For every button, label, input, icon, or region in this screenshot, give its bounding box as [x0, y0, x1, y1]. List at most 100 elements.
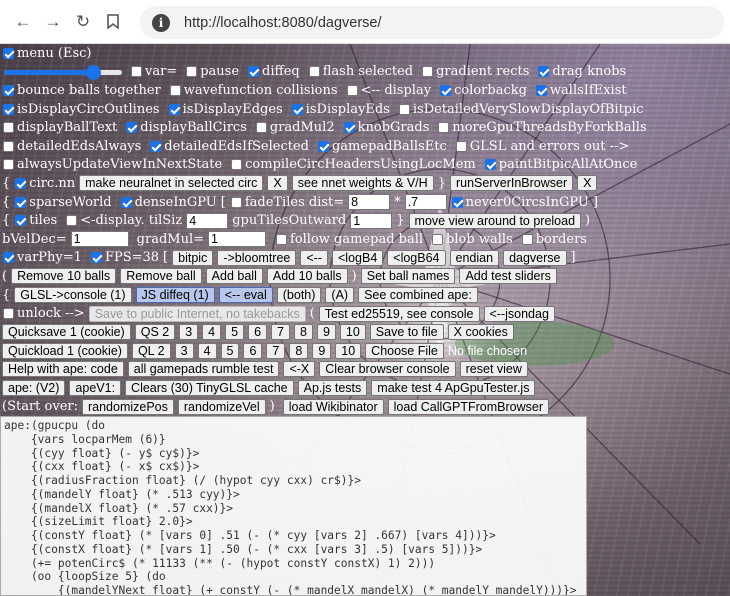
quicksave-slot-button[interactable]: 7 — [271, 324, 290, 341]
a-button[interactable]: (A) — [325, 287, 355, 304]
simulation-canvas[interactable]: menu (Esc) var= pause diffeq flash selec… — [0, 44, 730, 596]
always-update-checkbox[interactable] — [3, 159, 14, 171]
quicksave-slot-button[interactable]: 5 — [225, 324, 245, 341]
bvel-dec-input[interactable]: 1 — [70, 231, 129, 248]
quickload-slot-button[interactable]: 7 — [266, 342, 286, 359]
glsl-errors-checkbox[interactable] — [455, 140, 467, 152]
quickload-slot-button[interactable]: 3 — [174, 342, 194, 359]
clear-glsl-cache-button[interactable]: Clears (30) TinyGLSL cache — [125, 379, 294, 396]
save-to-file-button[interactable]: Save to file — [369, 324, 444, 341]
slider-thumb[interactable] — [85, 64, 101, 80]
js-diffeq-button[interactable]: JS diffeq (1) — [135, 287, 215, 304]
knob-grads-checkbox[interactable] — [343, 122, 355, 134]
quicksave-slot-button[interactable]: 3 — [179, 324, 199, 341]
add-test-sliders-button[interactable]: Add test sliders — [459, 268, 557, 285]
glsl-console-button[interactable]: GLSL->console (1) — [14, 287, 132, 304]
gamepad-balls-checkbox[interactable] — [317, 140, 329, 152]
quicksave-slot-button[interactable]: 10 — [339, 324, 366, 341]
walls-if-exist-checkbox[interactable] — [535, 84, 547, 96]
make-test4-button[interactable]: make test 4 ApGpuTester.js — [371, 379, 536, 396]
help-ape-button[interactable]: Help with ape: code — [2, 361, 124, 378]
borders-checkbox[interactable] — [521, 233, 533, 245]
diffeq-checkbox[interactable] — [248, 66, 260, 78]
quicksave-slot-button[interactable]: 4 — [202, 324, 222, 341]
close-neuralnet-button[interactable]: X — [267, 175, 288, 192]
follow-gamepad-checkbox[interactable] — [276, 233, 288, 245]
display-til-siz-checkbox[interactable] — [66, 215, 78, 227]
display-checkbox[interactable] — [346, 84, 358, 96]
wavefunction-checkbox[interactable] — [169, 84, 181, 96]
grad-mul2-checkbox[interactable] — [255, 122, 267, 134]
make-neuralnet-button[interactable]: make neuralnet in selected circ — [79, 175, 264, 192]
remove-ball-button[interactable]: Remove ball — [120, 268, 202, 285]
load-callgpt-button[interactable]: load CallGPTFromBrowser — [387, 398, 549, 415]
quicksave-slot-button[interactable]: 8 — [293, 324, 313, 341]
add-ball-button[interactable]: Add ball — [205, 268, 263, 285]
til-siz-input[interactable]: 4 — [186, 212, 229, 229]
sparse-world-checkbox[interactable] — [15, 196, 27, 208]
quickload-button[interactable]: Quickload 1 (cookie) — [2, 342, 128, 359]
apjs-tests-button[interactable]: Ap.js tests — [297, 379, 368, 396]
move-view-button[interactable]: move view around to preload — [408, 212, 582, 229]
circ-outlines-checkbox[interactable] — [3, 103, 14, 115]
detailed-eds-always-checkbox[interactable] — [3, 140, 14, 152]
paint-bitpic-checkbox[interactable] — [484, 159, 496, 171]
ape-code-editor[interactable]: ape:(gpucpu (do {vars locparMem (6)} {(c… — [0, 416, 587, 596]
logb4-button[interactable]: <logB4 — [332, 249, 384, 266]
display-ball-text-checkbox[interactable] — [3, 122, 14, 134]
arrow-left-icon[interactable]: ← — [8, 7, 38, 37]
tiles-checkbox[interactable] — [15, 215, 27, 227]
url-text[interactable]: http://localhost:8080/dagverse/ — [184, 15, 382, 31]
colorbackg-checkbox[interactable] — [440, 84, 452, 96]
quickload-slot-button[interactable]: 10 — [335, 342, 362, 359]
unlock-checkbox[interactable] — [3, 308, 14, 320]
see-nnet-weights-button[interactable]: see nnet weights & V/H — [291, 175, 434, 192]
bookmark-icon[interactable] — [98, 7, 128, 37]
gradient-rects-checkbox[interactable] — [422, 66, 434, 78]
eval-button[interactable]: <-- eval — [218, 287, 273, 304]
ape-v2-button[interactable]: ape: (V2) — [2, 379, 66, 396]
fps-checkbox[interactable] — [90, 252, 102, 264]
pause-checkbox[interactable] — [186, 66, 198, 78]
menu-checkbox[interactable] — [3, 47, 14, 59]
clear-console-button[interactable]: Clear browser console — [319, 361, 456, 378]
quickload-slot-button[interactable]: 4 — [197, 342, 217, 359]
quicksave-slot-button[interactable]: 6 — [248, 324, 268, 341]
choose-file-button[interactable]: Choose File — [365, 342, 444, 359]
detailed-eds-if-selected-checkbox[interactable] — [150, 140, 162, 152]
detailed-slow-checkbox[interactable] — [398, 103, 410, 115]
fade-mult-input[interactable]: .7 — [404, 194, 447, 211]
x-arrow-button[interactable]: <-X — [283, 361, 316, 378]
circ-nn-checkbox[interactable] — [15, 177, 27, 189]
set-ball-names-button[interactable]: Set ball names — [360, 268, 456, 285]
display-eds-checkbox[interactable] — [291, 103, 303, 115]
dagverse-button[interactable]: dagverse — [503, 249, 567, 266]
arrow-left-button[interactable]: <-- — [300, 249, 328, 266]
reload-icon[interactable]: ↻ — [68, 7, 98, 37]
varphy-checkbox[interactable] — [3, 252, 14, 264]
both-button[interactable]: (both) — [276, 287, 322, 304]
quickload-slot-button[interactable]: 6 — [243, 342, 263, 359]
flash-selected-checkbox[interactable] — [308, 66, 320, 78]
see-combined-ape-button[interactable]: See combined ape: — [358, 287, 478, 304]
drag-knobs-checkbox[interactable] — [538, 66, 550, 78]
run-server-button[interactable]: runServerInBrowser — [449, 175, 574, 192]
more-gpu-threads-checkbox[interactable] — [438, 122, 450, 134]
grad-mul-input[interactable]: 1 — [208, 231, 267, 248]
display-ball-circs-checkbox[interactable] — [126, 122, 138, 134]
logb64-button[interactable]: <logB64 — [387, 249, 446, 266]
x-cookies-button[interactable]: X cookies — [447, 324, 514, 341]
gamepads-rumble-button[interactable]: all gamepads rumble test — [127, 361, 280, 378]
reset-view-button[interactable]: reset view — [459, 361, 528, 378]
main-slider[interactable] — [4, 64, 122, 80]
bloomtree-button[interactable]: ->bloomtree — [217, 249, 297, 266]
load-wikibinator-button[interactable]: load Wikibinator — [282, 398, 384, 415]
quickload-slot-button[interactable]: 5 — [220, 342, 240, 359]
never0-checkbox[interactable] — [451, 196, 463, 208]
remove-10-balls-button[interactable]: Remove 10 balls — [11, 268, 117, 285]
var-eq-checkbox[interactable] — [131, 66, 142, 78]
quicksave-button[interactable]: Quicksave 1 (cookie) — [2, 324, 131, 341]
add-10-balls-button[interactable]: Add 10 balls — [266, 268, 348, 285]
display-edges-checkbox[interactable] — [168, 103, 180, 115]
jsondag-button[interactable]: <--jsondag — [483, 305, 555, 322]
